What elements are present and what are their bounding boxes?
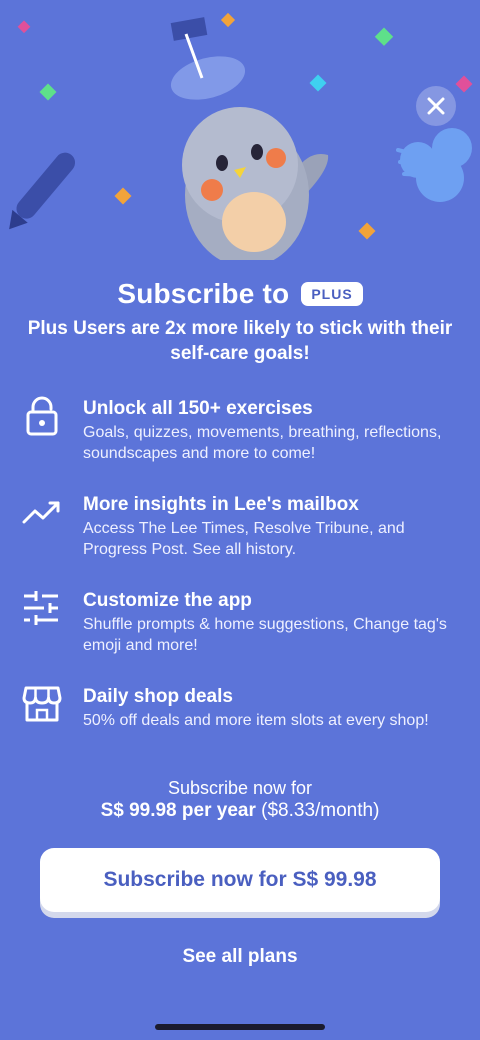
feature-description: 50% off deals and more item slots at eve… bbox=[83, 712, 429, 729]
feature-description: Shuffle prompts & home suggestions, Chan… bbox=[83, 616, 447, 654]
feature-unlock-exercises: Unlock all 150+ exercises Goals, quizzes… bbox=[20, 396, 460, 476]
subscribe-button[interactable]: Subscribe now for S$ 99.98 bbox=[40, 848, 440, 912]
sliders-icon bbox=[20, 588, 64, 628]
subscribe-button-label: Subscribe now for S$ 99.98 bbox=[103, 868, 377, 891]
title-row: Subscribe to PLUS bbox=[0, 278, 480, 310]
feature-insights-mailbox: More insights in Lee's mailbox Access Th… bbox=[20, 492, 460, 572]
feature-title: Unlock all 150+ exercises bbox=[83, 398, 313, 419]
feature-shop-deals: Daily shop deals 50% off deals and more … bbox=[20, 684, 460, 764]
feature-description: Access The Lee Times, Resolve Tribune, a… bbox=[83, 520, 405, 558]
feature-title: Customize the app bbox=[83, 590, 252, 611]
lock-icon bbox=[20, 396, 64, 436]
trending-up-icon bbox=[20, 492, 64, 532]
page-title: Subscribe to bbox=[117, 278, 290, 309]
see-all-plans-link[interactable]: See all plans bbox=[0, 946, 480, 968]
feature-title: More insights in Lee's mailbox bbox=[83, 494, 359, 515]
close-icon bbox=[427, 97, 445, 115]
feature-title: Daily shop deals bbox=[83, 686, 233, 707]
feature-customize-app: Customize the app Shuffle prompts & home… bbox=[20, 588, 460, 668]
price-yearly: S$ 99.98 per year bbox=[100, 800, 256, 821]
feature-description: Goals, quizzes, movements, breathing, re… bbox=[83, 424, 442, 462]
penguin-mascot-icon bbox=[9, 12, 473, 267]
price-detail: S$ 99.98 per year ($8.33/month) bbox=[0, 800, 480, 822]
shop-icon bbox=[20, 684, 64, 724]
plus-badge: PLUS bbox=[301, 282, 363, 306]
hero-illustration bbox=[0, 0, 480, 267]
home-indicator bbox=[155, 1024, 325, 1030]
subtitle: Plus Users are 2x more likely to stick w… bbox=[27, 318, 453, 364]
price-monthly: ($8.33/month) bbox=[261, 800, 380, 821]
price-intro: Subscribe now for bbox=[167, 778, 313, 798]
close-button[interactable] bbox=[416, 86, 456, 126]
